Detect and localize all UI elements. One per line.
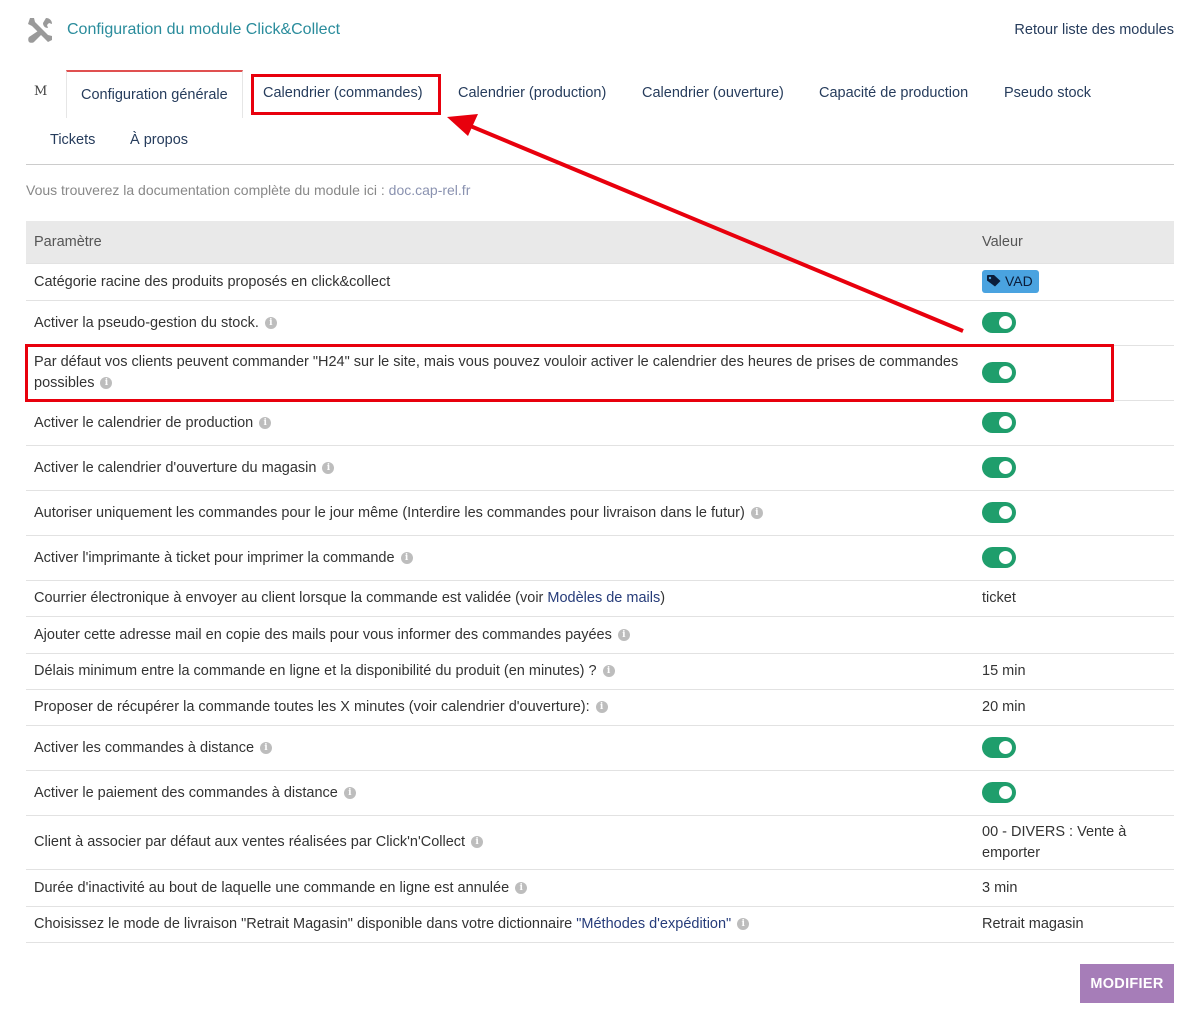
row-value: ticket bbox=[974, 580, 1174, 617]
documentation-text: Vous trouverez la documentation complète… bbox=[26, 182, 389, 198]
modifier-button[interactable]: MODIFIER bbox=[1080, 964, 1174, 1003]
info-icon[interactable]: i bbox=[471, 836, 484, 849]
table-row: Activer le calendrier de production i bbox=[26, 400, 1174, 446]
tab-calendrier-commandes[interactable]: Calendrier (commandes) bbox=[263, 70, 423, 117]
toggle-switch[interactable] bbox=[982, 502, 1016, 524]
row-label: Par défaut vos clients peuvent commander… bbox=[26, 345, 974, 401]
documentation-note: Vous trouverez la documentation complète… bbox=[26, 182, 470, 198]
table-row: Client à associer par défaut aux ventes … bbox=[26, 815, 1174, 870]
tab-tickets[interactable]: Tickets bbox=[50, 118, 95, 162]
row-value bbox=[974, 400, 1174, 446]
category-badge[interactable]: VAD bbox=[982, 269, 1039, 293]
info-icon[interactable]: i bbox=[750, 506, 763, 519]
info-icon[interactable]: i bbox=[322, 461, 335, 474]
tab-a-propos[interactable]: À propos bbox=[130, 118, 188, 162]
info-icon[interactable]: i bbox=[264, 316, 277, 329]
info-icon[interactable]: i bbox=[617, 628, 630, 641]
row-label: Choisissez le mode de livraison "Retrait… bbox=[26, 906, 974, 943]
toggle-switch[interactable] bbox=[982, 312, 1016, 334]
tab-calendrier-production[interactable]: Calendrier (production) bbox=[458, 70, 606, 117]
column-header-parametre: Paramètre bbox=[26, 221, 974, 264]
info-icon[interactable]: i bbox=[595, 701, 608, 714]
row-value: 20 min bbox=[974, 689, 1174, 726]
tab-bar: M Configuration générale Calendrier (com… bbox=[26, 70, 1174, 118]
row-value bbox=[974, 300, 1174, 346]
table-row: Proposer de récupérer la commande toutes… bbox=[26, 689, 1174, 726]
category-badge-label: VAD bbox=[1005, 272, 1033, 289]
toggle-switch[interactable] bbox=[982, 547, 1016, 569]
tab-pseudo-stock[interactable]: Pseudo stock bbox=[1004, 70, 1091, 117]
row-label: Délais minimum entre la commande en lign… bbox=[26, 653, 974, 690]
tab-capacite-production[interactable]: Capacité de production bbox=[819, 70, 968, 117]
row-value: Retrait magasin bbox=[974, 906, 1174, 943]
page-title: Configuration du module Click&Collect bbox=[67, 21, 341, 38]
row-label: Client à associer par défaut aux ventes … bbox=[26, 815, 974, 870]
tag-icon bbox=[987, 275, 1001, 287]
row-value bbox=[974, 445, 1174, 491]
row-value bbox=[974, 616, 1174, 654]
row-value bbox=[974, 770, 1174, 816]
table-header-row: Paramètre Valeur bbox=[26, 221, 1174, 264]
row-value bbox=[974, 725, 1174, 771]
table-row: Ajouter cette adresse mail en copie des … bbox=[26, 616, 1174, 654]
table-row: Délais minimum entre la commande en lign… bbox=[26, 653, 1174, 690]
row-label: Courrier électronique à envoyer au clien… bbox=[26, 580, 974, 617]
shipping-methods-link[interactable]: "Méthodes d'expédition" bbox=[576, 916, 731, 932]
table-row: Activer le paiement des commandes à dist… bbox=[26, 770, 1174, 816]
info-icon[interactable]: i bbox=[343, 786, 356, 799]
row-label: Activer le paiement des commandes à dist… bbox=[26, 770, 974, 816]
row-label: Catégorie racine des produits proposés e… bbox=[26, 263, 974, 301]
row-value: 00 - DIVERS : Vente à emporter bbox=[974, 815, 1174, 870]
row-label: Proposer de récupérer la commande toutes… bbox=[26, 689, 974, 726]
table-row: Courrier électronique à envoyer au clien… bbox=[26, 580, 1174, 617]
tools-icon bbox=[28, 18, 52, 43]
column-header-valeur: Valeur bbox=[974, 221, 1174, 264]
row-label: Autoriser uniquement les commandes pour … bbox=[26, 490, 974, 536]
documentation-link[interactable]: doc.cap-rel.fr bbox=[389, 182, 471, 198]
tab-module-icon[interactable]: M bbox=[34, 70, 47, 117]
table-row: Activer la pseudo-gestion du stock. i bbox=[26, 300, 1174, 346]
info-icon[interactable]: i bbox=[260, 741, 273, 754]
row-label: Activer l'imprimante à ticket pour impri… bbox=[26, 535, 974, 581]
row-label: Durée d'inactivité au bout de laquelle u… bbox=[26, 869, 974, 907]
table-row: Choisissez le mode de livraison "Retrait… bbox=[26, 906, 1174, 943]
row-label: Activer le calendrier de production i bbox=[26, 400, 974, 446]
row-value bbox=[974, 535, 1174, 581]
toggle-switch[interactable] bbox=[982, 782, 1016, 804]
row-value: VAD bbox=[974, 263, 1174, 301]
row-value: 3 min bbox=[974, 869, 1174, 907]
tab-configuration-generale[interactable]: Configuration générale bbox=[66, 70, 243, 118]
tab-bar-row-2: Tickets À propos bbox=[26, 118, 1174, 165]
table-row: Activer l'imprimante à ticket pour impri… bbox=[26, 535, 1174, 581]
info-icon[interactable]: i bbox=[100, 377, 113, 390]
parameters-table: Paramètre Valeur Catégorie racine des pr… bbox=[26, 221, 1174, 943]
toggle-switch[interactable] bbox=[982, 362, 1016, 384]
row-value bbox=[974, 490, 1174, 536]
row-label: Activer la pseudo-gestion du stock. i bbox=[26, 300, 974, 346]
mail-templates-link[interactable]: Modèles de mails bbox=[547, 590, 660, 606]
info-icon[interactable]: i bbox=[737, 918, 750, 931]
table-row: Par défaut vos clients peuvent commander… bbox=[26, 345, 1174, 401]
toggle-switch[interactable] bbox=[982, 457, 1016, 479]
page-header: Configuration du module Click&Collect Re… bbox=[26, 16, 1174, 50]
row-label: Activer les commandes à distance i bbox=[26, 725, 974, 771]
row-label: Ajouter cette adresse mail en copie des … bbox=[26, 616, 974, 654]
table-row: Catégorie racine des produits proposés e… bbox=[26, 263, 1174, 301]
info-icon[interactable]: i bbox=[515, 881, 528, 894]
back-to-modules-link[interactable]: Retour liste des modules bbox=[1014, 22, 1174, 38]
info-icon[interactable]: i bbox=[400, 551, 413, 564]
table-row: Autoriser uniquement les commandes pour … bbox=[26, 490, 1174, 536]
info-icon[interactable]: i bbox=[259, 416, 272, 429]
table-row: Activer le calendrier d'ouverture du mag… bbox=[26, 445, 1174, 491]
row-label: Activer le calendrier d'ouverture du mag… bbox=[26, 445, 974, 491]
table-row: Durée d'inactivité au bout de laquelle u… bbox=[26, 869, 1174, 907]
toggle-switch[interactable] bbox=[982, 412, 1016, 434]
toggle-switch[interactable] bbox=[982, 737, 1016, 759]
row-value: 15 min bbox=[974, 653, 1174, 690]
row-value bbox=[974, 345, 1174, 401]
tab-calendrier-ouverture[interactable]: Calendrier (ouverture) bbox=[642, 70, 784, 117]
info-icon[interactable]: i bbox=[602, 665, 615, 678]
table-row: Activer les commandes à distance i bbox=[26, 725, 1174, 771]
